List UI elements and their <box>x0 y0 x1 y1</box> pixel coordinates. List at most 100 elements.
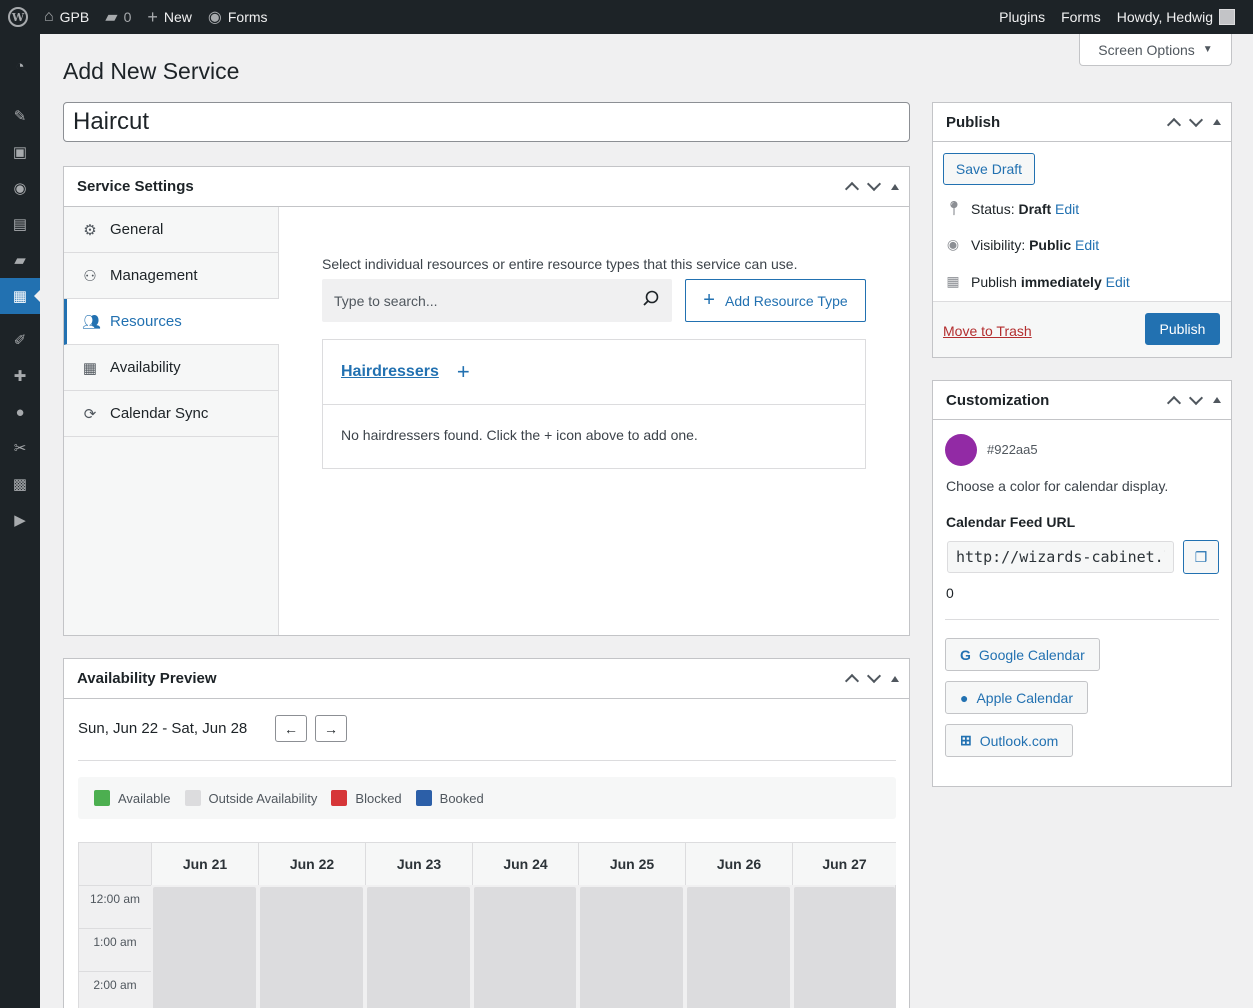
menu-plugins[interactable]: ✚ <box>0 358 40 394</box>
menu-dashboard[interactable]: ◔ <box>0 48 40 84</box>
search-placeholder: Type to search... <box>334 292 438 309</box>
title-input[interactable] <box>63 102 910 142</box>
copy-feed-url-button[interactable]: ❐ <box>1183 540 1219 574</box>
menu-appearance[interactable]: ✐ <box>0 322 40 358</box>
collapse-toggle-icon[interactable] <box>1213 119 1221 125</box>
save-draft-button[interactable]: Save Draft <box>943 153 1035 185</box>
tab-management[interactable]: ⚇ Management <box>64 253 278 299</box>
add-hairdresser-icon[interactable]: + <box>457 359 470 385</box>
tab-resources[interactable]: 👥︎ Resources <box>64 299 279 345</box>
publish-header: Publish <box>933 103 1231 142</box>
visibility-label: Visibility: <box>971 236 1026 253</box>
legend-available: Available <box>94 790 171 806</box>
wordpress-logo-icon: W <box>8 7 28 27</box>
forms-right-link[interactable]: Forms <box>1053 0 1109 34</box>
publish-button[interactable]: Publish <box>1145 313 1220 345</box>
menu-comments[interactable]: ▰ <box>0 242 40 278</box>
menu-forms[interactable]: ◉ <box>0 170 40 206</box>
collapse-toggle-icon[interactable] <box>891 183 899 190</box>
arrow-right-icon: → <box>324 720 338 737</box>
color-swatch[interactable] <box>945 434 977 466</box>
empty-resources-text: No hairdressers found. Click the + icon … <box>341 427 698 443</box>
move-up-icon[interactable] <box>844 673 860 689</box>
tab-availability[interactable]: ▦ Availability <box>64 345 278 391</box>
menu-media-player[interactable]: ▶ <box>0 502 40 538</box>
tab-general[interactable]: ⚙ General <box>64 207 278 253</box>
day-column[interactable] <box>474 887 576 1008</box>
legend-swatch <box>94 790 110 806</box>
service-settings-header: Service Settings <box>64 167 909 207</box>
move-up-icon[interactable] <box>844 181 860 197</box>
resource-search-input[interactable]: Type to search... <box>322 279 672 322</box>
move-up-icon[interactable] <box>1166 395 1182 410</box>
move-down-icon[interactable] <box>866 176 882 192</box>
publish-label: Publish <box>971 273 1017 290</box>
forms-menu-icon: ◉ <box>13 180 27 197</box>
menu-tools[interactable]: ✂ <box>0 430 40 466</box>
settings-icon: ▩ <box>12 476 28 493</box>
outlook-button[interactable]: ⊞ Outlook.com <box>945 724 1074 757</box>
dashboard-icon: ◔ <box>15 57 25 75</box>
menu-settings[interactable]: ▩ <box>0 466 40 502</box>
move-to-trash-link[interactable]: Move to Trash <box>943 323 1032 339</box>
wordpress-logo-button[interactable]: W <box>0 0 36 34</box>
resources-description: Select individual resources or entire re… <box>322 256 798 272</box>
pages-icon: ▤ <box>12 216 28 233</box>
add-resource-type-button[interactable]: + Add Resource Type <box>685 279 866 322</box>
edit-schedule-link[interactable]: Edit <box>1106 274 1130 290</box>
day-column[interactable] <box>153 887 256 1008</box>
feed-url-input[interactable] <box>947 541 1174 573</box>
google-calendar-label: Google Calendar <box>978 646 1085 663</box>
add-resource-type-label: Add Resource Type <box>724 292 848 309</box>
hairdressers-link[interactable]: Hairdressers <box>341 363 439 381</box>
legend-swatch <box>415 790 432 806</box>
menu-users[interactable]: ● <box>0 394 40 430</box>
menu-bookings[interactable]: ▦ <box>0 278 40 314</box>
tab-management-label: Management <box>110 267 198 284</box>
menu-pages[interactable]: ▤ <box>0 206 40 242</box>
day-column[interactable] <box>367 887 470 1008</box>
menu-posts[interactable]: ✎ <box>0 98 40 134</box>
arrow-left-icon: ← <box>284 720 298 737</box>
status-value: Draft <box>1018 200 1052 217</box>
menu-media[interactable]: ▣ <box>0 134 40 170</box>
move-down-icon[interactable] <box>1188 112 1204 127</box>
screen-options-button[interactable]: Screen Options ▼ <box>1079 34 1232 66</box>
tab-calendar-sync-label: Calendar Sync <box>110 405 209 422</box>
prev-week-button[interactable]: ← <box>275 715 307 742</box>
site-name-link[interactable]: ⌂ GPB <box>36 0 97 34</box>
edit-visibility-link[interactable]: Edit <box>1075 237 1099 253</box>
tab-calendar-sync[interactable]: ⟳ Calendar Sync <box>64 391 278 437</box>
day-header: Jun 27 <box>792 843 896 885</box>
appearance-icon: ✐ <box>13 332 27 349</box>
comments-link[interactable]: ▰ 0 <box>97 0 139 34</box>
forms-link[interactable]: ◉ Forms <box>200 0 276 34</box>
day-column[interactable] <box>260 887 363 1008</box>
customization-box: Customization #922aa5 Choose a color for… <box>932 380 1232 787</box>
forms-label: Forms <box>227 9 268 25</box>
hour-label: 2:00 am <box>79 971 151 1008</box>
collapse-toggle-icon[interactable] <box>1213 397 1221 403</box>
user-account-link[interactable]: Howdy, Hedwig <box>1109 0 1243 34</box>
next-week-button[interactable]: → <box>315 715 347 742</box>
move-down-icon[interactable] <box>1188 390 1204 405</box>
google-calendar-button[interactable]: G Google Calendar <box>945 638 1100 671</box>
edit-status-link[interactable]: Edit <box>1055 201 1079 217</box>
admin-bar: W ⌂ GPB ▰ 0 + New ◉ Forms Plugins Forms … <box>0 0 1253 34</box>
move-up-icon[interactable] <box>1166 117 1182 132</box>
tools-icon: ✂ <box>13 440 27 457</box>
pin-icon: 📍︎ <box>945 200 963 216</box>
home-icon: ⌂ <box>44 8 54 25</box>
day-column[interactable] <box>580 887 683 1008</box>
feed-count: 0 <box>946 585 954 601</box>
publish-box: Publish Save Draft 📍︎ Status: Draft Edit… <box>932 102 1232 358</box>
day-column[interactable] <box>687 887 790 1008</box>
new-content-link[interactable]: + New <box>139 0 200 34</box>
plugins-link[interactable]: Plugins <box>991 0 1053 34</box>
apple-calendar-button[interactable]: ● Apple Calendar <box>945 681 1088 714</box>
legend-label: Outside Availability <box>208 790 318 806</box>
move-down-icon[interactable] <box>866 668 882 684</box>
collapse-toggle-icon[interactable] <box>891 675 899 682</box>
day-column[interactable] <box>794 887 895 1008</box>
howdy-text: Howdy, Hedwig <box>1116 9 1213 25</box>
